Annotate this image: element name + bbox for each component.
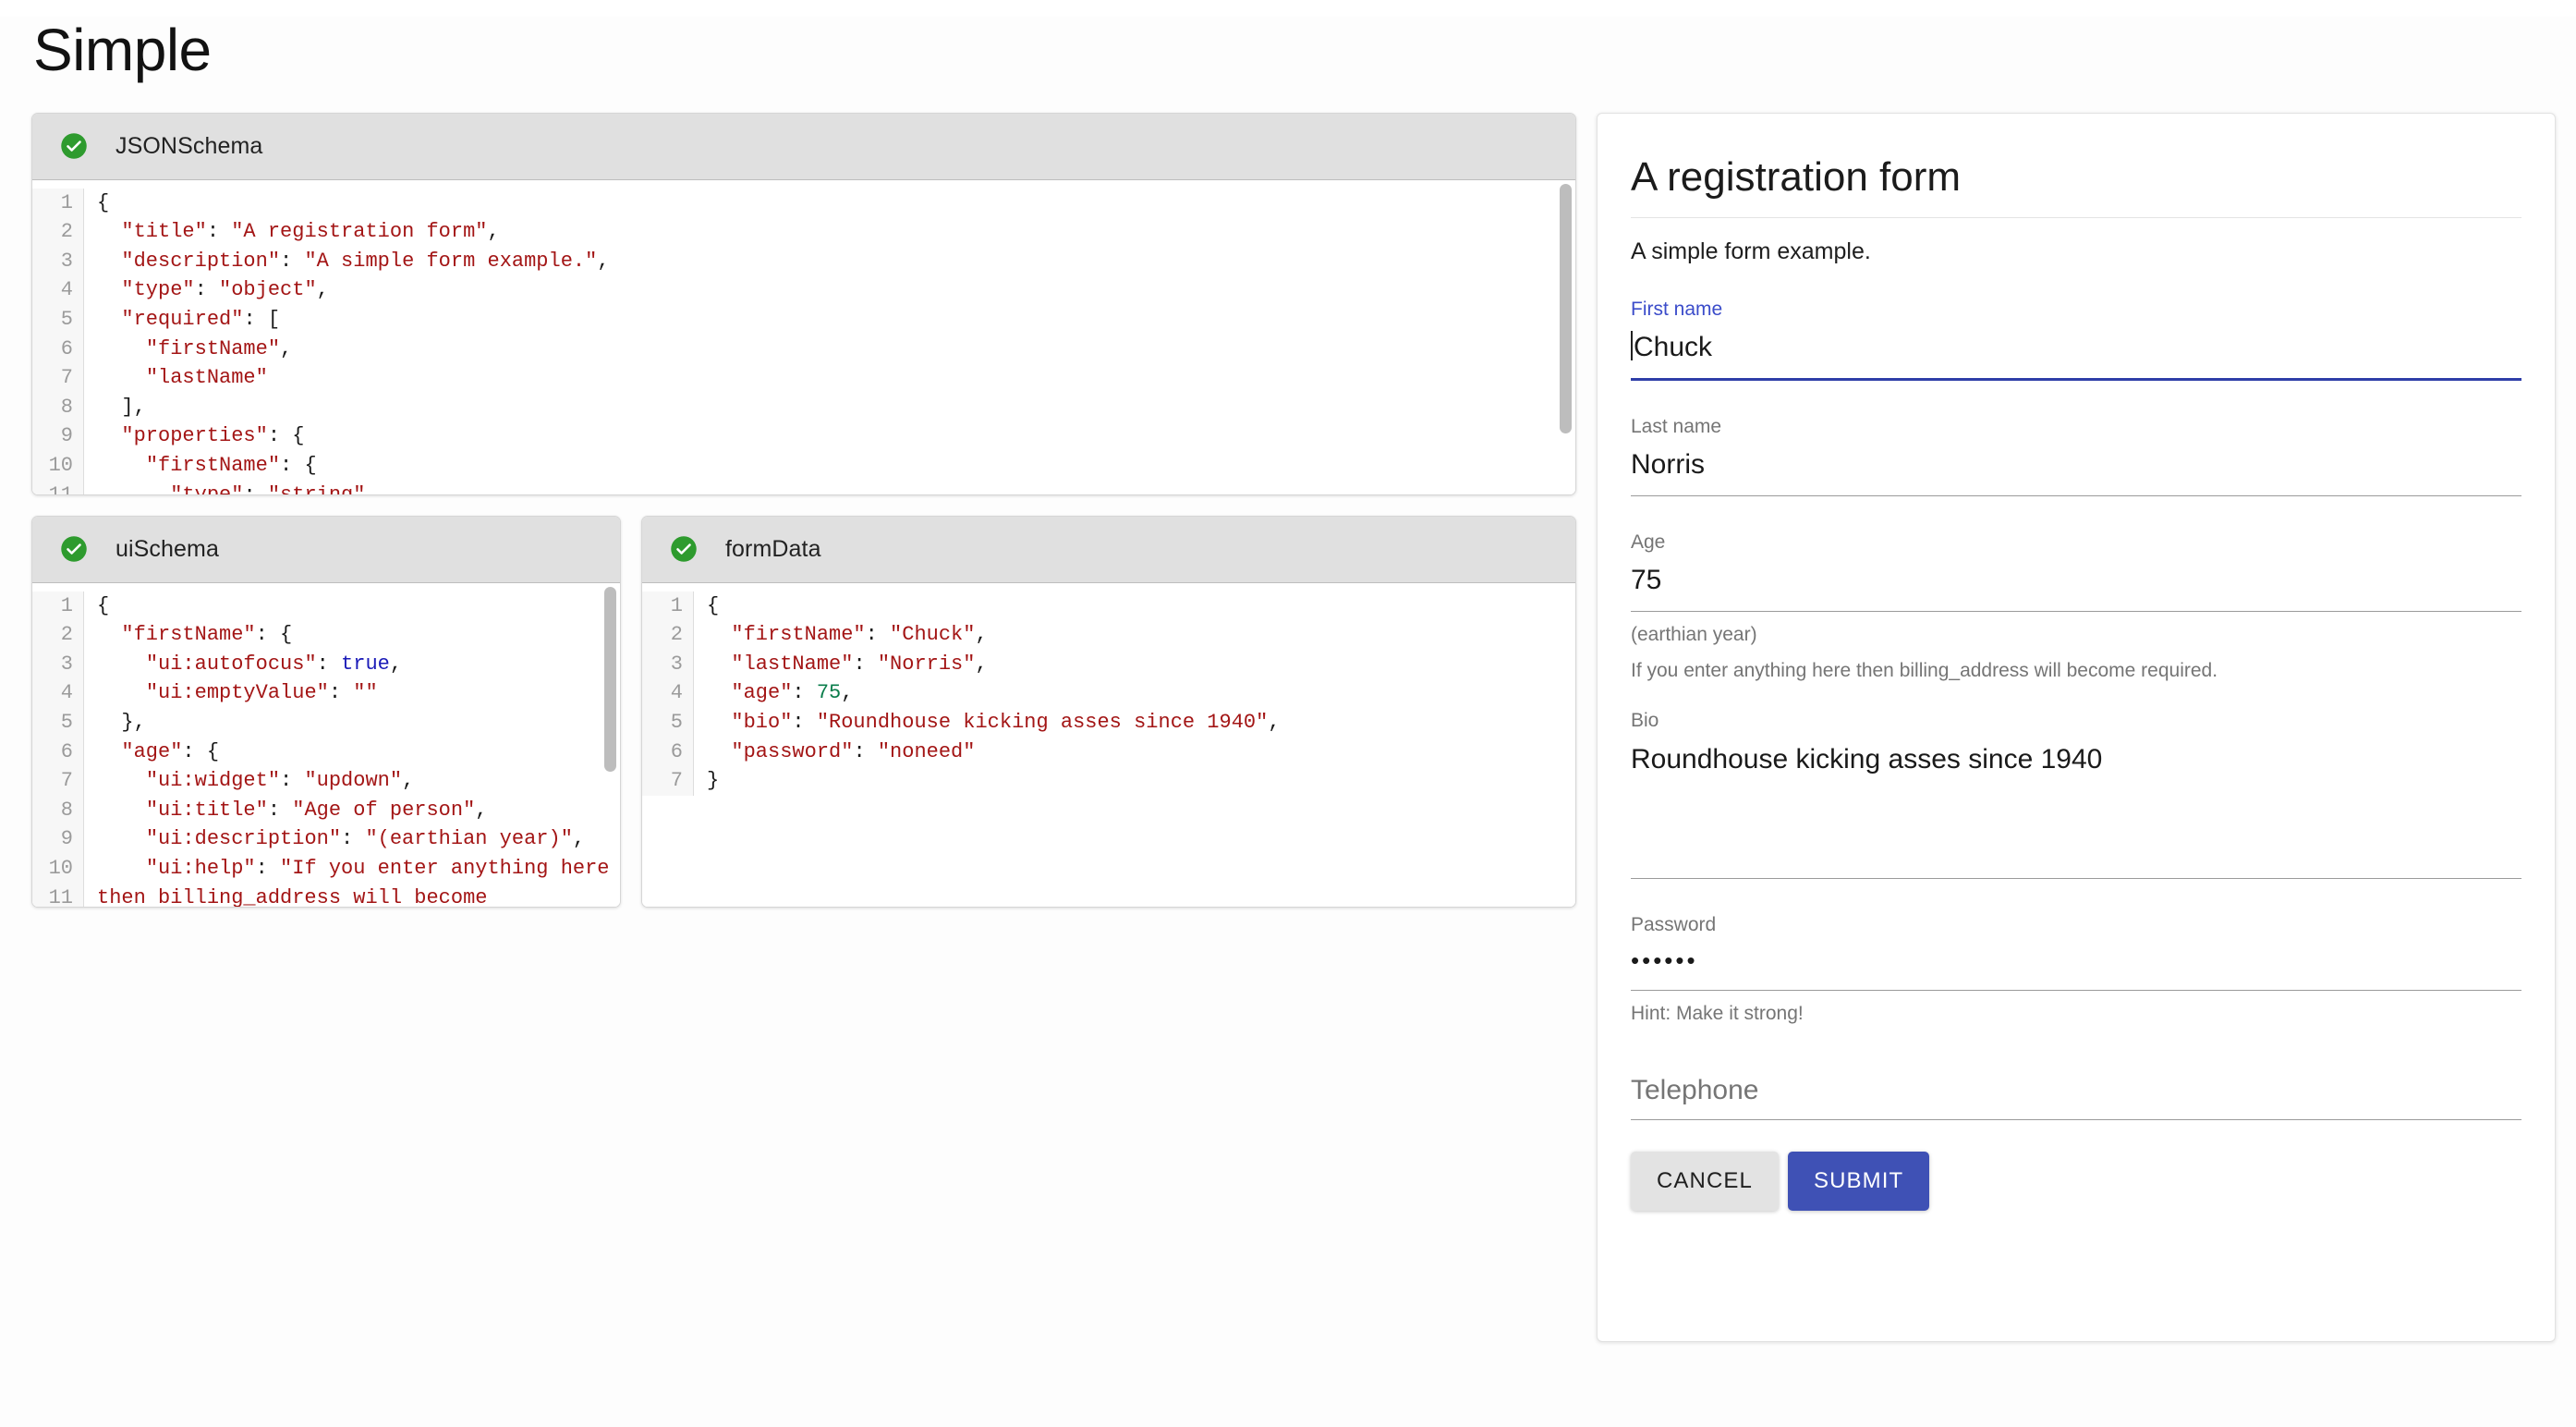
password-help-text: Hint: Make it strong! (1631, 1003, 1804, 1025)
first-name-label: First name (1631, 299, 1723, 321)
age-input[interactable]: 75 (1631, 562, 2521, 611)
main-layout: JSONSchema 12345678910111213141516171819… (31, 112, 2556, 1342)
jsonschema-scrollbar-thumb[interactable] (1560, 183, 1572, 433)
uischema-editor[interactable]: 123456789101112131415 { "firstName": { "… (32, 582, 620, 907)
age-description: (earthian year) (1631, 623, 1757, 645)
jsonschema-panel-header[interactable]: JSONSchema (32, 113, 1575, 180)
submit-button[interactable]: SUBMIT (1787, 1152, 1930, 1212)
first-name-input[interactable]: Chuck (1631, 329, 2521, 378)
jsonschema-gutter: 12345678910111213141516171819 (32, 188, 84, 494)
field-bio: Bio Roundhouse kicking asses since 1940 (1631, 708, 2521, 879)
check-circle-icon (671, 536, 697, 562)
lower-editors-row: uiSchema 123456789101112131415 { "firstN… (31, 515, 1576, 908)
formdata-panel-header[interactable]: formData (642, 516, 1575, 583)
uischema-panel: uiSchema 123456789101112131415 { "firstN… (31, 515, 621, 908)
uischema-panel-title: uiSchema (115, 535, 219, 562)
registration-form: A registration form A simple form exampl… (1597, 112, 2556, 1342)
uischema-panel-header[interactable]: uiSchema (32, 516, 620, 583)
jsonschema-code[interactable]: { "title": "A registration form", "descr… (84, 189, 1575, 494)
uischema-gutter: 123456789101112131415 (32, 591, 84, 907)
text-caret (1631, 331, 1633, 361)
formdata-panel-title: formData (725, 535, 821, 562)
uischema-scroll-track[interactable] (601, 583, 620, 907)
field-telephone: Telephone (1631, 1075, 2521, 1121)
formdata-code[interactable]: { "firstName": "Chuck", "lastName": "Nor… (694, 592, 1575, 796)
age-label: Age (1631, 531, 1666, 553)
last-name-input[interactable]: Norris (1631, 446, 2521, 495)
playground-page: Simple JSONSchema 1234567891011121314151… (0, 17, 2576, 1427)
age-underline (1631, 610, 2521, 612)
jsonschema-panel: JSONSchema 12345678910111213141516171819… (31, 112, 1576, 495)
check-circle-icon (61, 536, 87, 562)
bio-underline (1631, 877, 2521, 879)
field-password: Password •••••• Hint: Make it strong! (1631, 912, 2521, 1028)
telephone-input[interactable]: Telephone (1631, 1075, 2521, 1119)
field-first-name: First name Chuck (1631, 297, 2521, 381)
page-title: Simple (33, 17, 212, 83)
telephone-underline (1631, 1119, 2521, 1121)
bio-textarea[interactable]: Roundhouse kicking asses since 1940 (1631, 741, 2521, 878)
bio-label: Bio (1631, 710, 1659, 732)
last-name-underline (1631, 494, 2521, 496)
jsonschema-scroll-track[interactable] (1557, 180, 1575, 494)
form-actions: CANCEL SUBMIT (1631, 1152, 2521, 1212)
editors-column: JSONSchema 12345678910111213141516171819… (31, 112, 1576, 908)
form-preview-column: A registration form A simple form exampl… (1597, 112, 2556, 1342)
check-circle-icon (61, 133, 87, 159)
formdata-gutter: 1234567 (642, 591, 694, 796)
password-input[interactable]: •••••• (1631, 945, 2521, 990)
cancel-button[interactable]: CANCEL (1631, 1152, 1779, 1212)
first-name-underline (1631, 377, 2521, 381)
password-label: Password (1631, 913, 1717, 935)
first-name-value: Chuck (1634, 332, 1713, 363)
jsonschema-editor[interactable]: 12345678910111213141516171819 { "title":… (32, 179, 1575, 494)
formdata-panel: formData 1234567 { "firstName": "Chuck",… (641, 515, 1576, 908)
uischema-code[interactable]: { "firstName": { "ui:autofocus": true, "… (84, 592, 620, 907)
field-age: Age 75 (earthian year) If you enter anyt… (1631, 530, 2521, 685)
uischema-scrollbar-thumb[interactable] (604, 586, 616, 772)
form-description: A simple form example. (1631, 238, 1871, 265)
last-name-label: Last name (1631, 415, 1722, 437)
formdata-editor[interactable]: 1234567 { "firstName": "Chuck", "lastNam… (642, 582, 1575, 907)
field-last-name: Last name Norris (1631, 414, 2521, 496)
password-underline (1631, 990, 2521, 992)
age-help-text: If you enter anything here then billing_… (1631, 659, 2218, 681)
form-title: A registration form (1631, 154, 2521, 219)
jsonschema-panel-title: JSONSchema (115, 132, 263, 159)
